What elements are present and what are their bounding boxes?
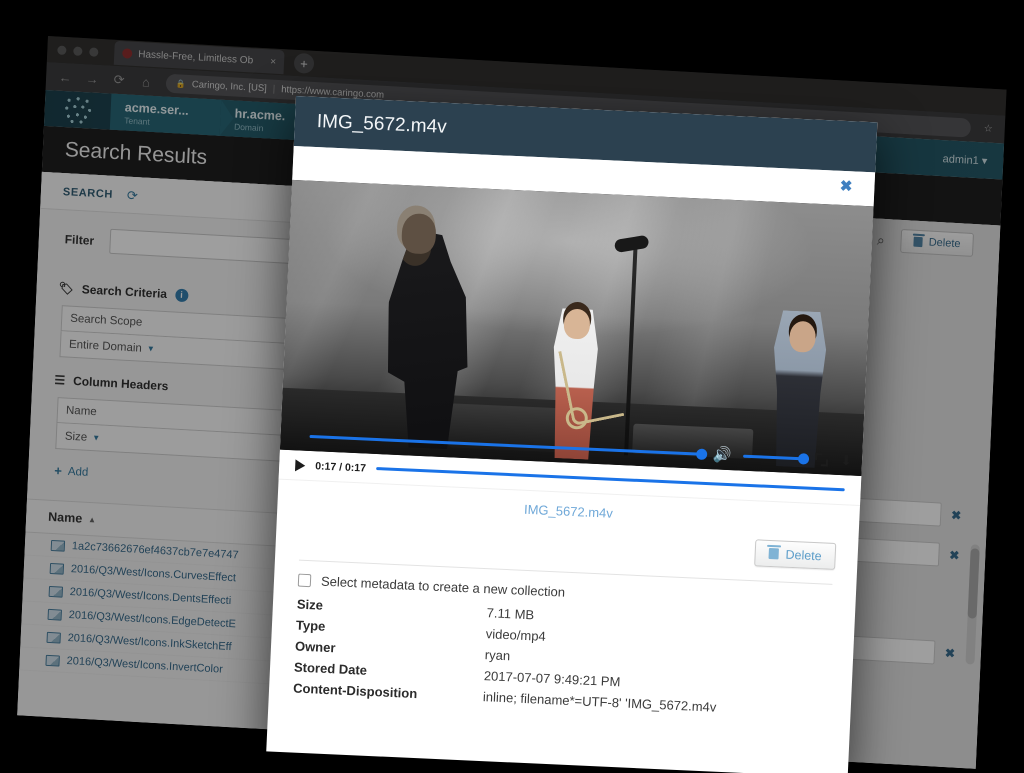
filter-label: Filter (64, 231, 95, 248)
remove-criteria-icon[interactable]: ✖ (945, 646, 956, 661)
forward-icon[interactable]: → (85, 71, 100, 87)
download-icon[interactable]: ⬇ (840, 452, 852, 470)
breadcrumb-tenant[interactable]: acme.ser... Tenant (109, 93, 222, 136)
info-icon[interactable]: i (174, 287, 189, 302)
metadata-value: 7.11 MB (486, 605, 535, 623)
remove-criteria-icon[interactable]: ✖ (949, 548, 960, 563)
column-headers-label: Column Headers (72, 373, 169, 394)
progress-slider-knob[interactable] (695, 448, 708, 460)
screenshot-stage: Hassle-Free, Limitless Ob × + ← → ⟳ ⌂ 🔒 … (0, 0, 1024, 773)
trash-icon (913, 236, 923, 248)
image-file-icon (46, 631, 61, 644)
play-icon[interactable] (294, 458, 306, 472)
tab-search[interactable]: SEARCH (63, 186, 114, 201)
performer-singer-head (400, 212, 437, 255)
home-icon[interactable]: ⌂ (139, 74, 154, 90)
close-tab-icon[interactable]: × (270, 56, 276, 67)
list-item-label: 2016/Q3/West/Icons.DentsEffecti (69, 586, 232, 608)
plus-icon: + (53, 463, 63, 479)
delete-button-background[interactable]: Delete (900, 228, 975, 257)
url-divider: | (272, 83, 276, 95)
app-logo[interactable] (44, 90, 112, 130)
volume-slider[interactable] (743, 452, 810, 465)
close-window-button[interactable] (57, 45, 67, 55)
new-tab-button[interactable]: + (293, 52, 315, 74)
list-item-label: 2016/Q3/West/Icons.CurvesEffect (70, 563, 237, 585)
sort-ascending-icon[interactable]: ▲ (88, 514, 96, 523)
refresh-icon[interactable]: ⟳ (127, 188, 139, 205)
browser-tab-title: Hassle-Free, Limitless Ob (138, 48, 254, 66)
delete-button-label: Delete (785, 547, 822, 563)
chevron-down-icon: ▼ (91, 433, 101, 443)
minimize-window-button[interactable] (73, 45, 83, 56)
page-title: Search Results (64, 138, 208, 170)
list-item-label: 2016/Q3/West/Icons.InkSketchEff (67, 632, 232, 654)
topbar-right: admin1 ▾ (942, 140, 1004, 179)
site-favicon-icon (122, 48, 133, 59)
video-player[interactable]: 🔊 ⬇ (279, 179, 874, 477)
image-file-icon (47, 608, 63, 621)
file-download-link[interactable]: IMG_5672.m4v (524, 502, 613, 521)
list-item-label: 2016/Q3/West/Icons.EdgeDetectE (68, 609, 237, 631)
volume-icon[interactable]: 🔊 (712, 445, 731, 464)
list-item-label: 1a2c73662676ef4637cb7e7e4747 (71, 540, 239, 562)
fullscreen-icon[interactable] (815, 452, 829, 466)
image-file-icon (48, 585, 64, 598)
remove-criteria-icon[interactable]: ✖ (951, 508, 962, 523)
select-metadata-checkbox[interactable] (297, 573, 312, 588)
lock-icon: 🔒 (175, 78, 187, 89)
bookmark-star-icon[interactable]: ☆ (984, 123, 993, 134)
delete-button[interactable]: Delete (753, 539, 837, 570)
window-traffic-lights[interactable] (57, 45, 99, 57)
reload-icon[interactable]: ⟳ (112, 72, 127, 89)
close-icon[interactable]: ✖ (840, 177, 853, 196)
metadata-value: ryan (484, 647, 511, 664)
image-file-icon (49, 562, 65, 575)
metadata-value: video/mp4 (485, 626, 547, 644)
file-list-header-label: Name (47, 509, 83, 526)
search-scope-value: Entire Domain (68, 338, 143, 355)
volume-slider-knob[interactable] (798, 452, 810, 465)
modal-title: IMG_5672.m4v (316, 110, 448, 138)
column-header-size-value: Size (64, 430, 88, 444)
search-criteria-label: Search Criteria (81, 282, 168, 302)
chevron-down-icon: ▼ (146, 343, 155, 354)
back-icon[interactable]: ← (58, 69, 73, 85)
metadata-key: Content-Disposition (292, 680, 418, 702)
image-file-icon (45, 654, 60, 667)
maximize-window-button[interactable] (89, 46, 99, 57)
delete-button-background-label: Delete (928, 236, 961, 251)
file-preview-modal: IMG_5672.m4v ✖ 🔊 ⬇ 0:17 / 0:17 IMG_5672.… (266, 96, 878, 773)
list-item-label: 2016/Q3/West/Icons.InvertColor (66, 654, 224, 676)
site-identity-label: Caringo, Inc. [US] (191, 78, 268, 94)
list-icon: ☰ (54, 372, 66, 388)
performer-trombonist-head (563, 308, 591, 340)
search-icon[interactable]: ⌕ (877, 231, 886, 248)
trash-icon (768, 547, 779, 560)
image-file-icon (50, 539, 66, 552)
tag-icon: 🏷 (58, 280, 75, 296)
video-time-display: 0:17 / 0:17 (314, 459, 367, 475)
performer-vocalist-right-head (788, 320, 817, 353)
add-label: Add (67, 465, 89, 479)
user-menu[interactable]: admin1 ▾ (942, 152, 987, 167)
dot-grid-logo-icon (62, 93, 94, 126)
